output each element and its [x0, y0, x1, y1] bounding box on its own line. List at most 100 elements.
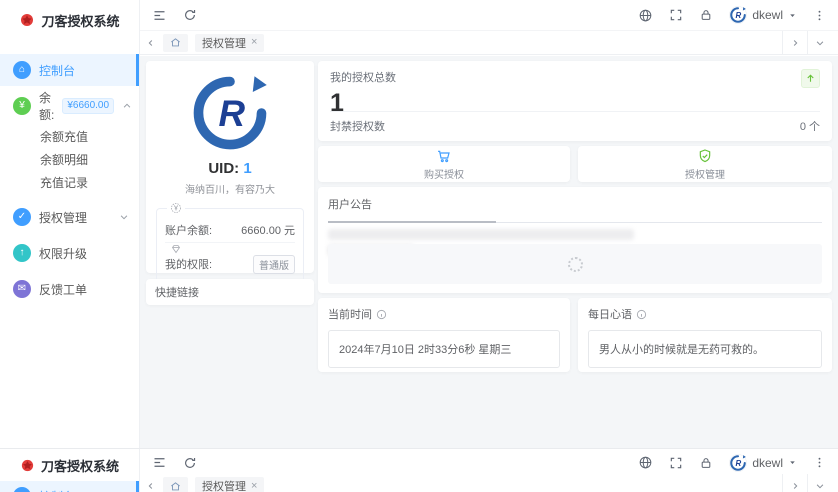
chevron-up-icon: [122, 101, 132, 111]
app-logo[interactable]: 刀客授权系统: [0, 451, 139, 479]
time-value-box: 2024年7月10日 2时33分6秒 星期三: [328, 330, 560, 368]
time-card-title: 当前时间: [328, 309, 372, 321]
tabs-scroll-right[interactable]: [782, 474, 807, 492]
balance-value: 6660.00 元: [241, 224, 295, 237]
avatar: R: [729, 6, 748, 24]
tab-label: 授权管理: [202, 481, 246, 492]
stats-footer: 封禁授权数 0 个: [330, 111, 820, 134]
username: dkewl: [752, 8, 783, 22]
upgrade-icon: ↑: [13, 244, 31, 262]
tabs-scroll-left[interactable]: [146, 38, 156, 48]
permission-label: 我的权限:: [165, 259, 213, 271]
sidebar-item-upgrade[interactable]: ↑ 权限升级: [0, 237, 139, 269]
svg-text:R: R: [218, 93, 245, 134]
manage-auth-label: 授权管理: [685, 169, 725, 181]
sidebar-item-ticket[interactable]: ✉ 反馈工单: [0, 273, 139, 305]
sidebar-subitem-recharge[interactable]: 余额充值: [0, 126, 139, 149]
user-menu[interactable]: R dkewl: [729, 6, 797, 24]
balance-row: 账户余额: 6660.00 元: [165, 217, 295, 243]
sidebar-item-label: 反馈工单: [39, 282, 88, 297]
caret-down-icon: [790, 461, 795, 464]
home-icon: ⌂: [13, 487, 31, 492]
sidebar-item-label: 控制台: [39, 63, 76, 78]
username: dkewl: [752, 455, 783, 470]
sidebar-item-label: 授权管理: [39, 210, 88, 225]
top-toolbar: R dkewl: [140, 449, 838, 476]
tab-label: 授权管理: [202, 37, 246, 50]
tab-close-icon[interactable]: ×: [251, 480, 257, 492]
avatar: R: [729, 453, 748, 472]
menu-fold-icon[interactable]: [152, 8, 167, 23]
duplicate-main: R dkewl 授权管理 ×: [140, 449, 838, 492]
more-dots-icon[interactable]: [813, 456, 826, 469]
lock-icon[interactable]: [699, 8, 713, 22]
trend-up-button[interactable]: [801, 69, 820, 88]
refresh-icon[interactable]: [183, 8, 197, 22]
home-icon: ⌂: [13, 61, 31, 79]
shield-check-icon: [699, 148, 711, 162]
coin-icon: ¥: [13, 97, 31, 115]
balance-submenu: 余额充值 余额明细 充值记录: [0, 126, 139, 195]
language-globe-icon[interactable]: [638, 8, 653, 23]
tab-auth-manage[interactable]: 授权管理 ×: [195, 477, 265, 492]
home-icon: [171, 38, 180, 47]
menu-fold-icon[interactable]: [152, 455, 167, 470]
cart-icon: [438, 150, 450, 162]
app-title: 刀客授权系统: [41, 13, 120, 29]
tab-close-icon[interactable]: ×: [251, 37, 257, 48]
buy-auth-label: 购买授权: [424, 169, 464, 181]
sidebar-item-console[interactable]: ⌂ 控制台: [0, 481, 139, 492]
duplicate-sidebar: 刀客授权系统 ⌂ 控制台: [0, 449, 140, 492]
app-logo[interactable]: 刀客授权系统: [0, 0, 139, 40]
refresh-icon[interactable]: [183, 456, 197, 470]
stats-title: 我的授权总数: [330, 72, 396, 84]
quote-value-box: 男人从小的时候就是无药可救的。: [588, 330, 822, 368]
profile-card: R UID: 1 海纳百川，有容乃大 账户余额: 6660.00 元 我的权限:…: [146, 61, 314, 282]
app-title: 刀客授权系统: [40, 458, 119, 474]
tab-home[interactable]: [163, 477, 188, 492]
redacted-text-block: [328, 229, 635, 240]
uid-line: UID: 1: [146, 160, 314, 177]
announcement-title: 用户公告: [328, 199, 372, 211]
diamond-icon: [167, 243, 185, 255]
uid-label: UID:: [208, 160, 240, 177]
user-menu[interactable]: R dkewl: [729, 453, 797, 472]
sidebar-subitem-detail[interactable]: 余额明细: [0, 149, 139, 172]
language-globe-icon[interactable]: [638, 455, 653, 470]
duplicate-header-section: 刀客授权系统 ⌂ 控制台: [0, 448, 838, 492]
fullscreen-icon[interactable]: [669, 456, 683, 470]
more-dots-icon[interactable]: [813, 9, 826, 22]
tab-bar: 授权管理 ×: [140, 474, 838, 492]
sidebar-item-balance[interactable]: ¥ 余额: ¥6660.00: [0, 90, 139, 122]
sidebar-item-auth-manage[interactable]: ✓ 授权管理: [0, 201, 139, 233]
fullscreen-icon[interactable]: [669, 8, 683, 22]
caret-down-icon: [790, 13, 795, 17]
buy-auth-card[interactable]: 购买授权: [318, 146, 570, 182]
logo-icon: [19, 12, 35, 28]
tab-auth-manage[interactable]: 授权管理 ×: [195, 33, 265, 52]
manage-auth-card[interactable]: 授权管理: [578, 146, 832, 182]
current-time-card: 当前时间 2024年7月10日 2时33分6秒 星期三: [318, 298, 570, 372]
svg-text:R: R: [736, 458, 742, 467]
brand-logo: R: [189, 72, 271, 154]
tab-home[interactable]: [163, 33, 188, 52]
tabbar-right-controls: [782, 474, 832, 492]
tabs-menu-dropdown[interactable]: [807, 30, 832, 55]
tabs-scroll-right[interactable]: [782, 30, 807, 55]
sidebar-item-console[interactable]: ⌂ 控制台: [0, 54, 139, 86]
stats-head: 我的授权总数: [330, 69, 820, 88]
sidebar-item-label: 控制台: [39, 488, 75, 492]
stats-card: 我的授权总数 1 封禁授权数 0 个: [318, 61, 832, 141]
time-value: 2024年7月10日 2时33分6秒 星期三: [339, 344, 512, 356]
banned-value: 0 个: [799, 121, 820, 133]
quote-card-title: 每日心语: [588, 309, 632, 321]
tabs-scroll-left[interactable]: [146, 481, 156, 491]
tabs-menu-dropdown[interactable]: [807, 474, 832, 492]
tabbar-right-controls: [782, 30, 832, 55]
sidebar: 刀客授权系统 ⌂ 控制台 ¥ 余额: ¥6660.00 余额充值 余额明细 充值…: [0, 0, 140, 448]
toolbar-right-group: R dkewl: [638, 453, 826, 472]
chevron-down-icon: [119, 212, 129, 222]
lock-icon[interactable]: [699, 456, 713, 470]
profile-motto: 海纳百川，有容乃大: [185, 185, 275, 196]
sidebar-subitem-records[interactable]: 充值记录: [0, 172, 139, 195]
